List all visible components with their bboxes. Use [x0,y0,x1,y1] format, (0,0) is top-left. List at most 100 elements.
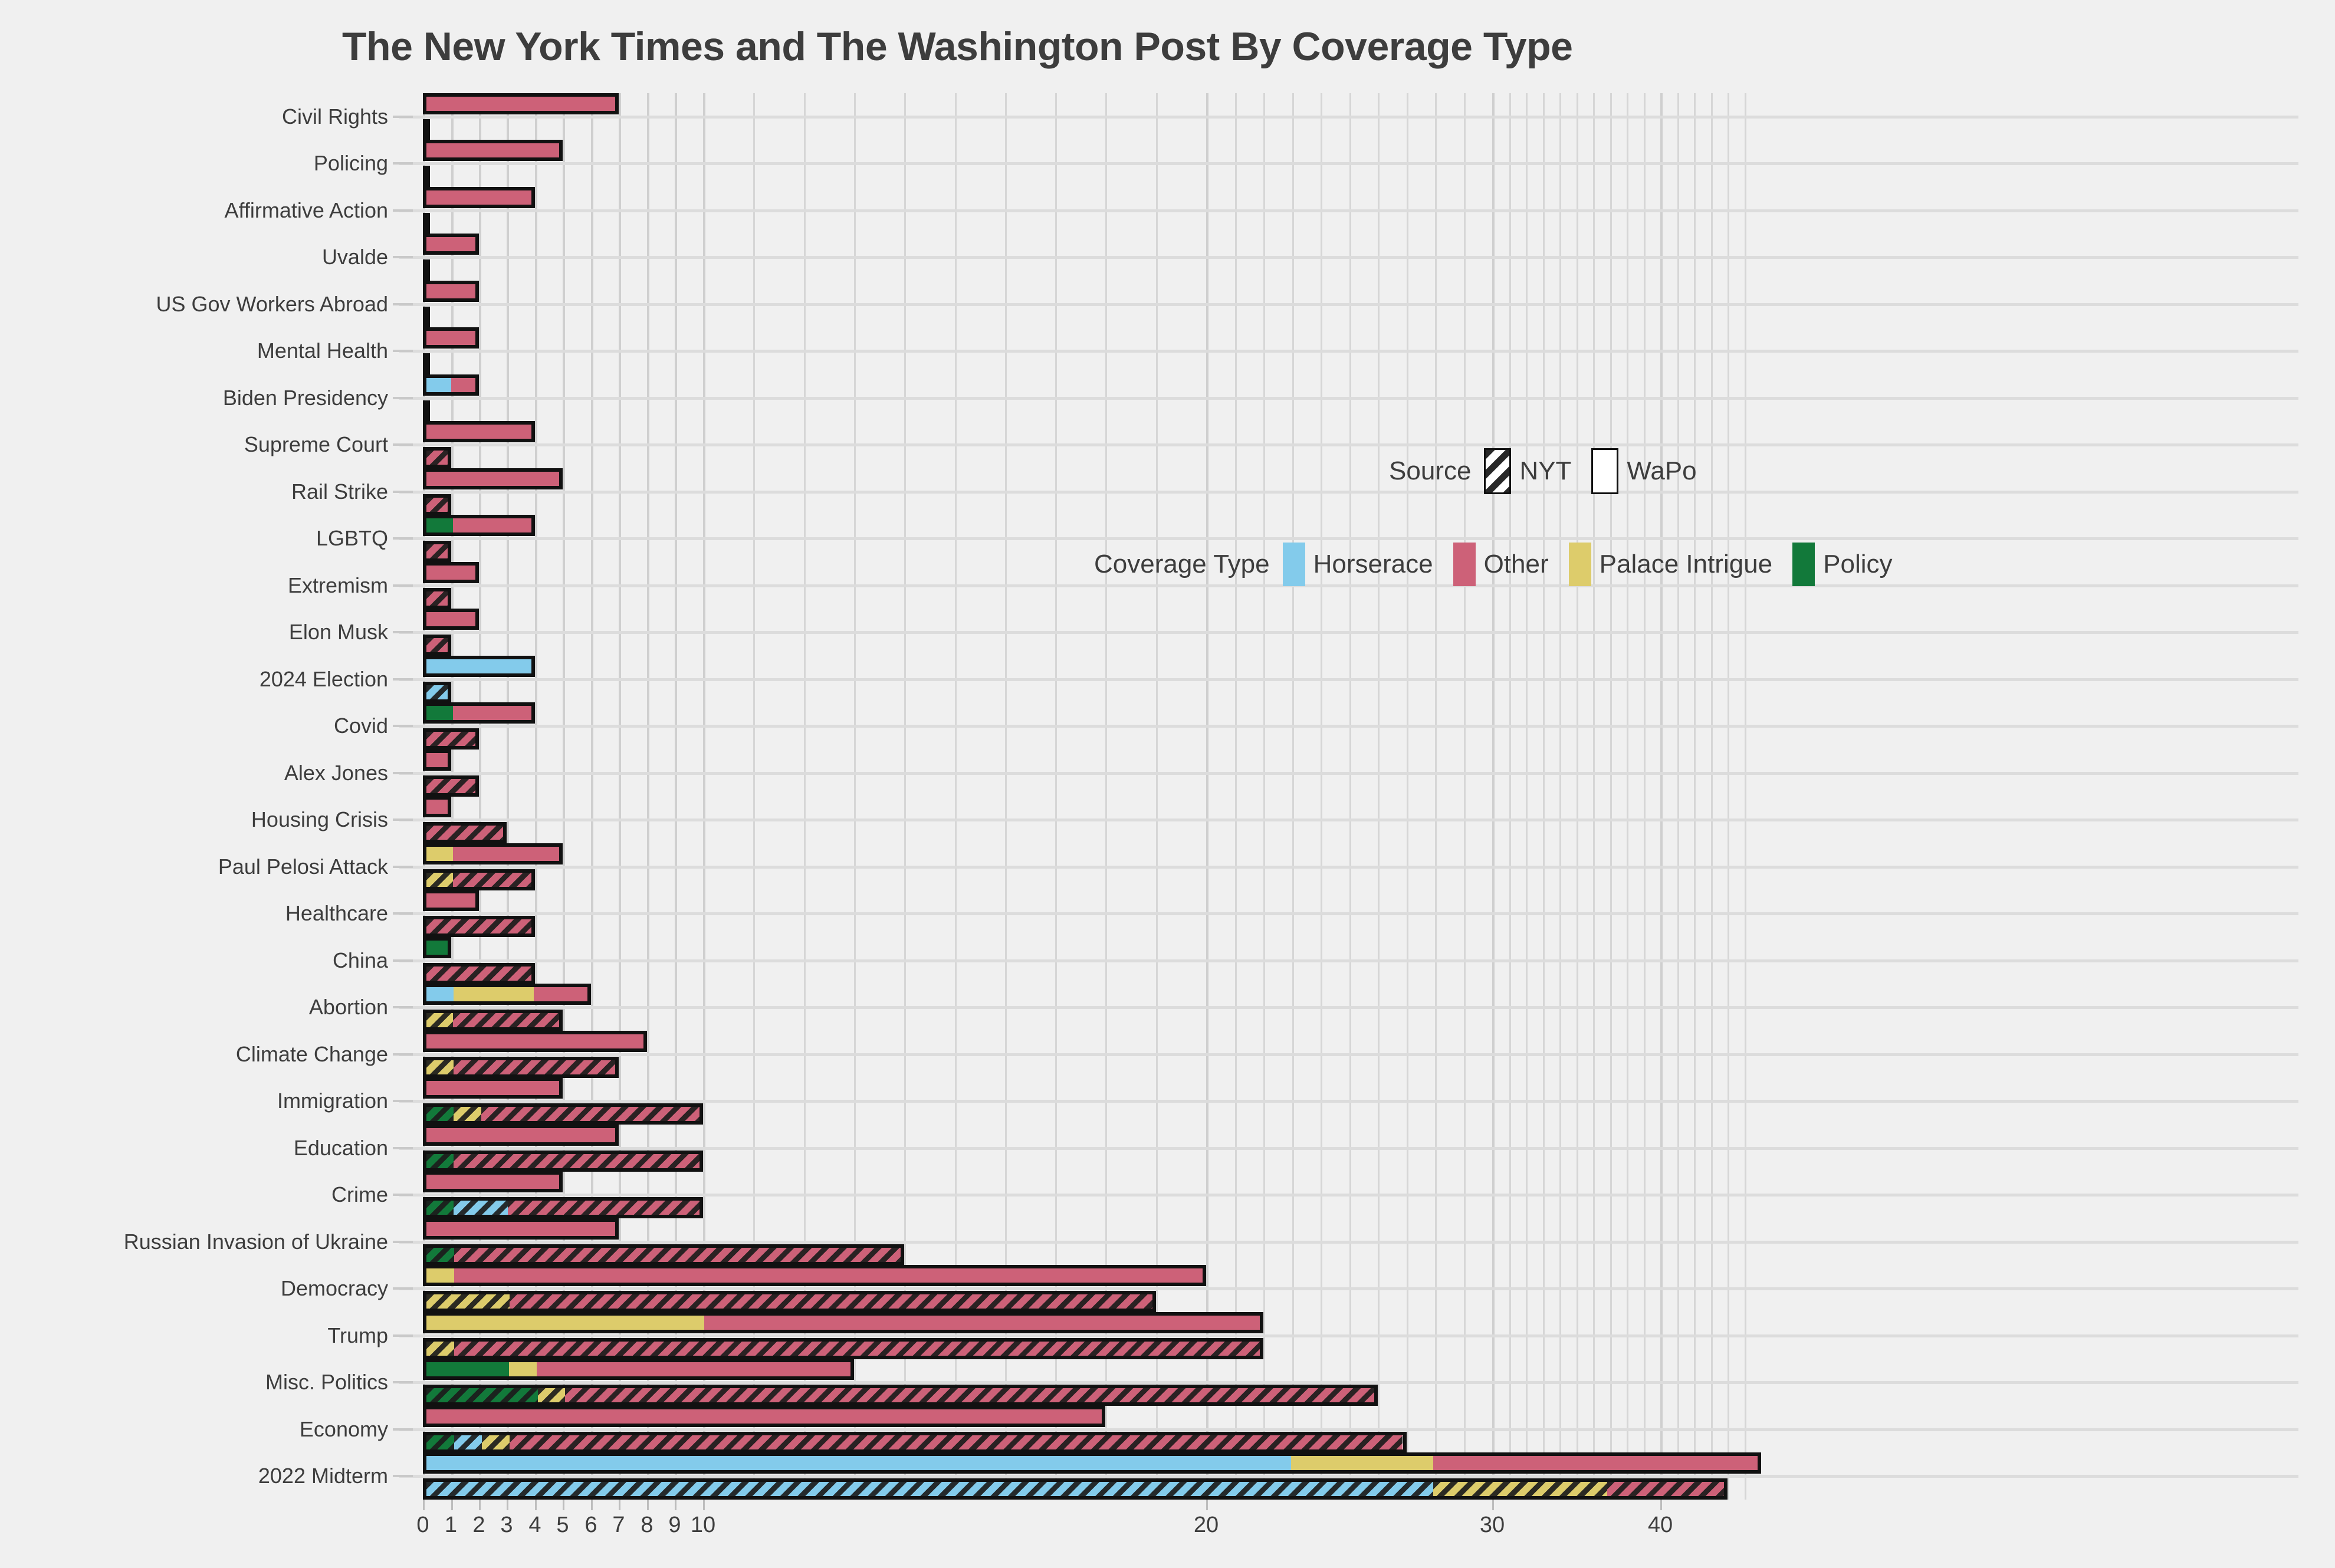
y-gridline [399,490,2298,494]
bar-segment-other [453,1060,616,1074]
y-tick-label: China [332,948,388,972]
bar-wapo[interactable] [423,421,535,443]
bar-nyt[interactable] [423,681,451,703]
bar-nyt[interactable] [423,353,430,375]
wapo-pattern-swatch [1591,448,1619,494]
y-tick-label: Education [293,1135,388,1160]
bar-nyt[interactable] [423,259,430,281]
x-tick-mark [451,1500,453,1510]
y-gridline [399,115,2298,119]
y-tick-mark [393,1381,413,1384]
x-tick-mark [675,1500,676,1510]
bar-nyt[interactable] [423,1103,703,1125]
bar-wapo[interactable] [423,186,535,208]
bar-nyt[interactable] [423,1197,703,1219]
y-tick-label: Housing Crisis [251,807,388,832]
legend-entry-policy[interactable]: Policy [1792,543,1893,586]
bar-segment-other [426,1127,615,1142]
bar-wapo[interactable] [423,1359,854,1380]
bar-nyt[interactable] [423,1056,619,1078]
legend-entry-nyt[interactable]: NYT [1484,448,1571,494]
bar-wapo[interactable] [423,1452,1761,1474]
legend-entry-other[interactable]: Other [1453,543,1549,586]
y-tick-label: US Gov Workers Abroad [156,291,389,316]
y-tick-label: Elon Musk [288,620,388,645]
bar-wapo[interactable] [423,796,451,818]
bar-wapo[interactable] [423,93,619,114]
legend-entry-palace-intrigue[interactable]: Palace Intrigue [1568,543,1773,586]
legend-entry-horserace[interactable]: Horserace [1282,543,1433,586]
y-tick-label: Alex Jones [284,760,388,785]
bar-nyt[interactable] [423,1150,703,1172]
bar-segment-other [426,1175,559,1189]
bar-wapo[interactable] [423,702,535,724]
bar-wapo[interactable] [423,1218,619,1240]
bar-wapo[interactable] [423,140,563,162]
bar-segment-policy [426,1201,454,1215]
bar-segment-horserace [426,685,448,699]
bar-nyt[interactable] [423,1291,1156,1313]
bar-nyt[interactable] [423,1010,563,1031]
bar-wapo[interactable] [423,1124,619,1146]
bar-wapo[interactable] [423,1311,1263,1333]
bar-nyt[interactable] [423,212,430,234]
legend-label-horserace: Horserace [1313,550,1433,578]
bar-wapo[interactable] [423,280,479,302]
bar-nyt[interactable] [423,1478,1728,1500]
bar-wapo[interactable] [423,1265,1206,1287]
bar-nyt[interactable] [423,1337,1263,1359]
bar-segment-policy [426,1388,538,1403]
nyt-pattern-swatch [1484,448,1512,494]
bar-wapo[interactable] [423,515,535,537]
bar-wapo[interactable] [423,749,451,771]
bar-wapo[interactable] [423,984,591,1005]
x-tick-label: 3 [500,1513,513,1537]
bar-nyt[interactable] [423,728,479,750]
bar-nyt[interactable] [423,541,451,563]
bar-nyt[interactable] [423,306,430,328]
x-tick-label: 40 [1647,1513,1673,1537]
bar-wapo[interactable] [423,374,479,396]
bar-nyt[interactable] [423,400,430,422]
bar-nyt[interactable] [423,635,451,656]
bar-segment-other [1433,1456,1758,1471]
bar-nyt[interactable] [423,494,451,515]
bar-wapo[interactable] [423,1405,1106,1427]
bar-wapo[interactable] [423,561,479,583]
bar-wapo[interactable] [423,655,535,677]
bar-wapo[interactable] [423,1171,563,1193]
y-tick-label: Paul Pelosi Attack [218,854,388,879]
bar-wapo[interactable] [423,327,479,349]
bar-wapo[interactable] [423,890,479,912]
legend-entry-wapo[interactable]: WaPo [1591,448,1697,494]
bar-nyt[interactable] [423,1244,905,1265]
bar-nyt[interactable] [423,447,451,469]
bar-segment-other [454,1247,901,1262]
bar-nyt[interactable] [423,916,535,938]
bar-wapo[interactable] [423,234,479,255]
bar-segment-other [1607,1482,1725,1497]
bar-nyt[interactable] [423,869,535,890]
bar-nyt[interactable] [423,822,507,844]
bar-segment-palace [1433,1482,1607,1497]
bar-nyt[interactable] [423,962,535,984]
bar-nyt[interactable] [423,587,451,609]
y-gridline [399,443,2298,447]
bar-nyt[interactable] [423,119,430,140]
bar-wapo[interactable] [423,609,479,630]
bar-nyt[interactable] [423,1385,1378,1406]
bar-nyt[interactable] [423,166,430,188]
bar-wapo[interactable] [423,936,451,958]
x-tick-mark [423,1500,425,1510]
x-tick-label: 30 [1479,1513,1505,1537]
legend-label-palace-intrigue: Palace Intrigue [1599,550,1773,578]
bar-wapo[interactable] [423,843,563,864]
bar-wapo[interactable] [423,468,563,489]
bar-nyt[interactable] [423,775,479,797]
bar-segment-other [426,826,503,840]
bar-wapo[interactable] [423,1077,563,1099]
bar-wapo[interactable] [423,1030,647,1052]
bar-segment-other [426,1081,559,1096]
bar-segment-palace [426,846,454,861]
bar-nyt[interactable] [423,1431,1407,1453]
